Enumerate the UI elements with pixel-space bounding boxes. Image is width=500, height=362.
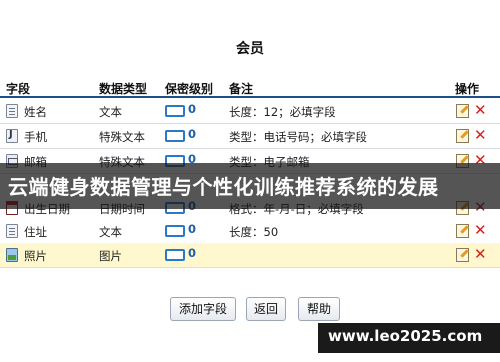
secrecy-toggle[interactable] — [165, 105, 185, 117]
secrecy-level: 0 — [188, 246, 197, 260]
edit-icon[interactable] — [456, 248, 469, 262]
overlay-banner: 云端健身数据管理与个性化训练推荐系统的发展 — [0, 163, 500, 209]
header-field: 字段 — [6, 82, 31, 96]
field-type: 图片 — [99, 249, 122, 263]
header-actions: 操作 — [455, 82, 480, 96]
help-button[interactable]: 帮助 — [298, 297, 340, 321]
edit-icon[interactable] — [456, 129, 469, 143]
field-name: 住址 — [24, 225, 47, 239]
secrecy-level: 0 — [188, 102, 197, 116]
secrecy-toggle[interactable] — [165, 249, 185, 261]
edit-icon[interactable] — [456, 104, 469, 118]
table-header: 字段 数据类型 保密级别 备注 操作 — [0, 78, 500, 98]
table-row[interactable]: 手机 特殊文本 0 类型：电话号码；必填字段 ✕ — [0, 124, 500, 149]
delete-icon[interactable]: ✕ — [474, 100, 487, 120]
table-row-selected[interactable]: 照片 图片 0 ✕ — [0, 243, 500, 268]
add-field-button[interactable]: 添加字段 — [170, 297, 236, 321]
image-field-icon — [6, 248, 18, 262]
field-note: 类型：电话号码；必填字段 — [229, 130, 367, 144]
back-button[interactable]: 返回 — [246, 297, 286, 321]
delete-icon[interactable]: ✕ — [474, 244, 487, 264]
phone-field-icon — [6, 129, 18, 143]
delete-icon[interactable]: ✕ — [474, 220, 487, 240]
text-field-icon — [6, 104, 18, 118]
secrecy-level: 0 — [188, 127, 197, 141]
field-name: 照片 — [24, 249, 47, 263]
field-name: 手机 — [24, 130, 47, 144]
field-note: 长度：12；必填字段 — [229, 105, 336, 119]
page-title: 会员 — [236, 41, 264, 57]
edit-icon[interactable] — [456, 224, 469, 238]
header-note: 备注 — [229, 82, 254, 96]
field-type: 文本 — [99, 105, 122, 119]
watermark-badge: www.leo2025.com — [318, 323, 500, 353]
field-name: 姓名 — [24, 105, 47, 119]
field-type: 特殊文本 — [99, 130, 145, 144]
secrecy-toggle[interactable] — [165, 130, 185, 142]
header-secrecy: 保密级别 — [165, 82, 214, 96]
delete-icon[interactable]: ✕ — [474, 125, 487, 145]
secrecy-toggle[interactable] — [165, 225, 185, 237]
header-type: 数据类型 — [99, 82, 148, 96]
text-field-icon — [6, 224, 18, 238]
field-type: 文本 — [99, 225, 122, 239]
table-row[interactable]: 住址 文本 0 长度：50 ✕ — [0, 219, 500, 244]
table-row[interactable]: 姓名 文本 0 长度：12；必填字段 ✕ — [0, 99, 500, 124]
field-note: 长度：50 — [229, 225, 279, 239]
watermark-text: www.leo2025.com — [328, 327, 483, 345]
secrecy-level: 0 — [188, 222, 197, 236]
banner-headline: 云端健身数据管理与个性化训练推荐系统的发展 — [8, 175, 439, 199]
